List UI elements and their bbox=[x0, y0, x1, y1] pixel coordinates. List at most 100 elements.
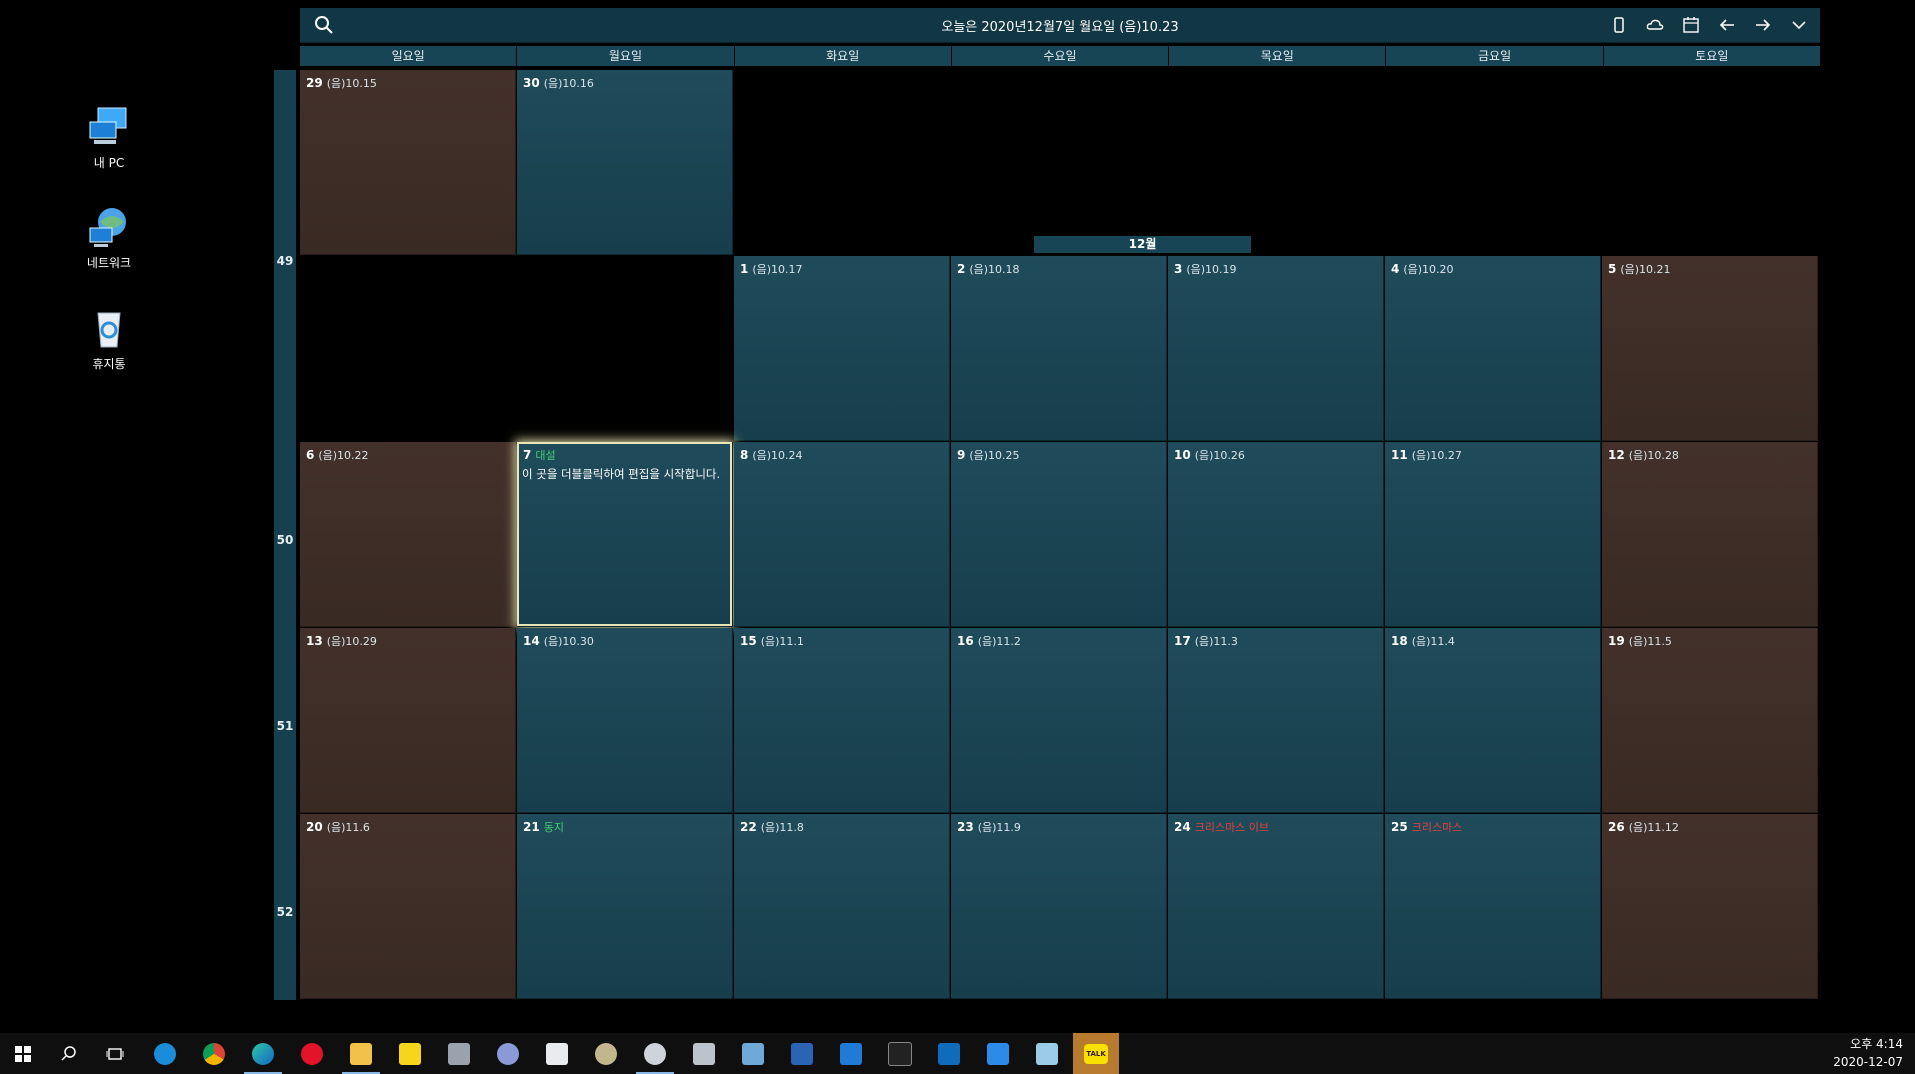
outlook-icon[interactable] bbox=[926, 1033, 972, 1074]
week-number: 51 bbox=[276, 719, 294, 733]
lunar-date: (음)10.28 bbox=[1628, 449, 1679, 462]
day-cell[interactable]: 30 (음)10.16 bbox=[517, 70, 733, 255]
chevron-down-icon[interactable] bbox=[1788, 14, 1810, 36]
day-cell-today[interactable]: 7 대설 이 곳을 더블클릭하여 편집을 시작합니다. bbox=[517, 442, 733, 627]
day-cell[interactable]: 20 (음)11.6 bbox=[300, 814, 516, 999]
day-number: 13 bbox=[306, 634, 323, 648]
system-clock[interactable]: 오후 4:14 2020-12-07 bbox=[1833, 1035, 1903, 1071]
lunar-date: (음)10.22 bbox=[318, 449, 369, 462]
lunar-date: (음)11.2 bbox=[977, 635, 1021, 648]
lunar-date: (음)10.21 bbox=[1620, 263, 1671, 276]
kakaotalk-icon[interactable]: TALK bbox=[1073, 1033, 1119, 1074]
app-icon[interactable] bbox=[485, 1033, 531, 1074]
day-number: 20 bbox=[306, 820, 323, 834]
day-name: 토요일 bbox=[1603, 46, 1820, 66]
calendar-toolbar: 오늘은 2020년12월7일 월요일 (음)10.23 bbox=[300, 8, 1820, 43]
day-cell[interactable]: 8 (음)10.24 bbox=[734, 442, 950, 627]
terminal-icon[interactable] bbox=[877, 1033, 923, 1074]
day-cell[interactable]: 25 크리스마스 bbox=[1385, 814, 1601, 999]
cloud-icon[interactable] bbox=[1644, 14, 1666, 36]
ie-icon[interactable] bbox=[142, 1033, 188, 1074]
day-number: 14 bbox=[523, 634, 540, 648]
windows-start-icon[interactable] bbox=[0, 1033, 46, 1074]
lunar-date: (음)10.24 bbox=[752, 449, 803, 462]
lunar-date: (음)10.30 bbox=[543, 635, 594, 648]
day-cell[interactable]: 18 (음)11.4 bbox=[1385, 628, 1601, 813]
day-cell[interactable]: 16 (음)11.2 bbox=[951, 628, 1167, 813]
day-cell[interactable]: 12 (음)10.28 bbox=[1602, 442, 1818, 627]
day-cell[interactable]: 21 동지 bbox=[517, 814, 733, 999]
lunar-date: (음)10.29 bbox=[326, 635, 377, 648]
file-explorer-icon[interactable] bbox=[338, 1033, 384, 1074]
day-cell[interactable]: 6 (음)10.22 bbox=[300, 442, 516, 627]
edge-icon[interactable] bbox=[240, 1033, 286, 1074]
calculator-icon[interactable] bbox=[681, 1033, 727, 1074]
app-icon[interactable] bbox=[632, 1033, 678, 1074]
day-number: 24 bbox=[1174, 820, 1191, 834]
day-cell[interactable]: 29 (음)10.15 bbox=[300, 70, 516, 255]
app-icon[interactable] bbox=[583, 1033, 629, 1074]
day-number: 19 bbox=[1608, 634, 1625, 648]
day-number: 7 bbox=[523, 448, 532, 462]
opera-icon[interactable] bbox=[289, 1033, 335, 1074]
clock-time: 오후 4:14 bbox=[1850, 1037, 1903, 1051]
day-cell[interactable]: 22 (음)11.8 bbox=[734, 814, 950, 999]
calendar-widget: 오늘은 2020년12월7일 월요일 (음)10.23 일요일 월요일 화요일 … bbox=[274, 8, 1820, 1000]
calendar-icon[interactable] bbox=[1680, 14, 1702, 36]
day-cell[interactable]: 13 (음)10.29 bbox=[300, 628, 516, 813]
search-icon[interactable] bbox=[46, 1033, 92, 1074]
day-number: 12 bbox=[1608, 448, 1625, 462]
day-cell[interactable]: 9 (음)10.25 bbox=[951, 442, 1167, 627]
month-label: 12월 bbox=[1034, 236, 1251, 253]
lunar-date: (음)10.17 bbox=[752, 263, 803, 276]
day-name: 월요일 bbox=[517, 46, 734, 66]
lunar-date: (음)11.3 bbox=[1194, 635, 1238, 648]
solar-term-label: 동지 bbox=[543, 821, 564, 834]
app-icon[interactable] bbox=[730, 1033, 776, 1074]
kakaotalk-label: TALK bbox=[1084, 1043, 1108, 1064]
week-number: 52 bbox=[276, 905, 294, 919]
desktop-icon-my-pc[interactable]: 내 PC bbox=[78, 104, 140, 171]
day-cell[interactable]: 17 (음)11.3 bbox=[1168, 628, 1384, 813]
day-cell[interactable]: 4 (음)10.20 bbox=[1385, 256, 1601, 441]
app-icon[interactable] bbox=[436, 1033, 482, 1074]
holiday-label: 크리스마스 bbox=[1411, 821, 1463, 834]
day-number: 6 bbox=[306, 448, 315, 462]
arrow-right-icon[interactable] bbox=[1752, 14, 1774, 36]
sticky-notes-icon[interactable] bbox=[387, 1033, 433, 1074]
app-icon[interactable] bbox=[779, 1033, 825, 1074]
day-cell[interactable]: 19 (음)11.5 bbox=[1602, 628, 1818, 813]
mail-icon[interactable] bbox=[975, 1033, 1021, 1074]
chrome-icon[interactable] bbox=[191, 1033, 237, 1074]
desktop-icon-recycle-bin[interactable]: 휴지통 bbox=[78, 305, 140, 372]
day-cell[interactable]: 5 (음)10.21 bbox=[1602, 256, 1818, 441]
memo-text[interactable]: 이 곳을 더블클릭하여 편집을 시작합니다. bbox=[522, 466, 727, 483]
day-cell[interactable]: 23 (음)11.9 bbox=[951, 814, 1167, 999]
store-icon[interactable] bbox=[534, 1033, 580, 1074]
desktop-icon-network[interactable]: 네트워크 bbox=[78, 204, 140, 271]
day-cell[interactable]: 10 (음)10.26 bbox=[1168, 442, 1384, 627]
phone-icon[interactable] bbox=[1608, 14, 1630, 36]
week-number-column: 49 50 51 52 bbox=[274, 70, 296, 1000]
day-number: 10 bbox=[1174, 448, 1191, 462]
task-view-icon[interactable] bbox=[92, 1033, 138, 1074]
day-cell[interactable]: 15 (음)11.1 bbox=[734, 628, 950, 813]
app-icon[interactable] bbox=[828, 1033, 874, 1074]
day-number: 9 bbox=[957, 448, 966, 462]
day-name: 일요일 bbox=[300, 46, 517, 66]
day-cell[interactable]: 11 (음)10.27 bbox=[1385, 442, 1601, 627]
day-number: 2 bbox=[957, 262, 966, 276]
day-name: 화요일 bbox=[734, 46, 951, 66]
lunar-date: (음)10.18 bbox=[969, 263, 1020, 276]
app-icon[interactable] bbox=[1024, 1033, 1070, 1074]
day-cell[interactable]: 3 (음)10.19 bbox=[1168, 256, 1384, 441]
day-number: 1 bbox=[740, 262, 749, 276]
day-cell[interactable]: 14 (음)10.30 bbox=[517, 628, 733, 813]
day-cell[interactable]: 24 크리스마스 이브 bbox=[1168, 814, 1384, 999]
lunar-date: (음)11.5 bbox=[1628, 635, 1672, 648]
lunar-date: (음)11.1 bbox=[760, 635, 804, 648]
day-cell[interactable]: 2 (음)10.18 bbox=[951, 256, 1167, 441]
day-cell[interactable]: 26 (음)11.12 bbox=[1602, 814, 1818, 999]
arrow-left-icon[interactable] bbox=[1716, 14, 1738, 36]
day-cell[interactable]: 1 (음)10.17 bbox=[734, 256, 950, 441]
